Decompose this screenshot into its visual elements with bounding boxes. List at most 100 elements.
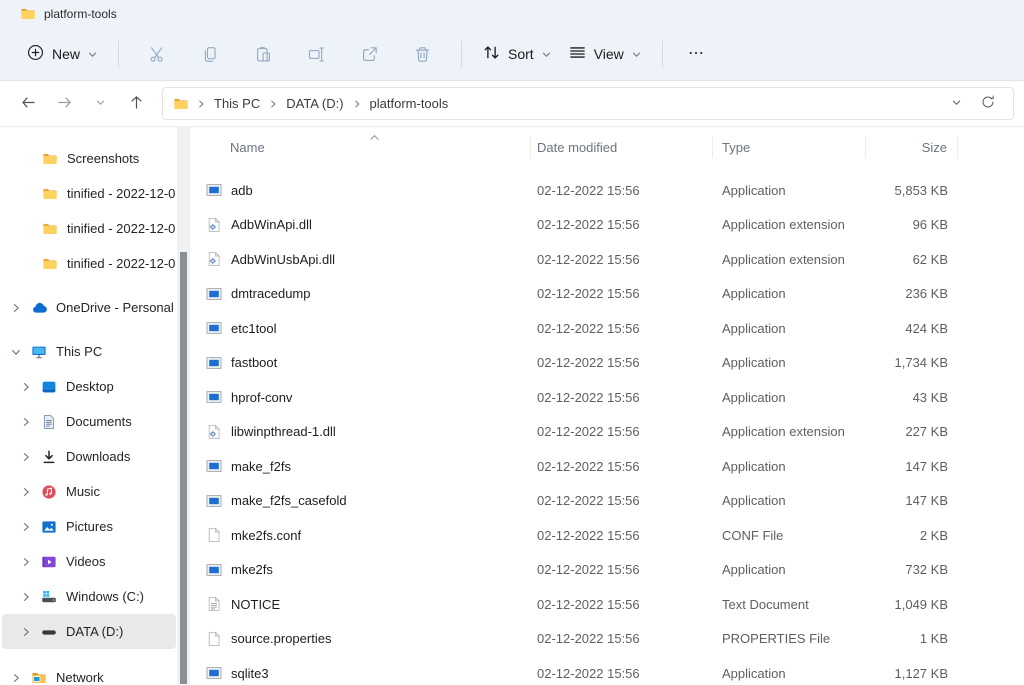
see-more-button[interactable] (677, 38, 715, 71)
sidebar-item-data-d[interactable]: DATA (D:) (2, 614, 176, 649)
file-row[interactable]: make_f2fs02-12-2022 15:56Application147 … (190, 449, 1024, 484)
toolbar-divider (461, 41, 462, 67)
file-row[interactable]: fastboot02-12-2022 15:56Application1,734… (190, 346, 1024, 381)
file-row[interactable]: AdbWinUsbApi.dll02-12-2022 15:56Applicat… (190, 242, 1024, 277)
back-button[interactable] (10, 87, 46, 121)
file-size: 96 KB (866, 217, 958, 232)
file-size: 147 KB (866, 493, 958, 508)
share-button[interactable] (343, 34, 396, 74)
file-row[interactable]: dmtracedump02-12-2022 15:56Application23… (190, 277, 1024, 312)
navigation-pane: Screenshotstinified - 2022-12-0tinified … (0, 127, 190, 684)
desktop-icon (41, 379, 60, 395)
delete-button[interactable] (396, 34, 449, 74)
forward-button[interactable] (46, 87, 82, 121)
sort-button[interactable]: Sort (474, 37, 560, 71)
dll-file-icon (206, 251, 222, 267)
file-name: make_f2fs (231, 459, 291, 474)
file-name-cell: make_f2fs_casefold (190, 493, 531, 509)
file-row[interactable]: sqlite302-12-2022 15:56Application1,127 … (190, 656, 1024, 685)
chevron-down-icon[interactable] (10, 346, 25, 358)
file-name: libwinpthread-1.dll (231, 424, 336, 439)
column-header-name[interactable]: Name (190, 140, 530, 155)
file-name-cell: make_f2fs (190, 458, 531, 474)
new-button[interactable]: New (18, 37, 106, 71)
chevron-right-icon[interactable] (20, 416, 35, 428)
recent-locations-button[interactable] (82, 87, 118, 121)
sidebar-item-music[interactable]: Music (2, 474, 176, 509)
chevron-right-icon[interactable] (20, 451, 35, 463)
sidebar-item-videos[interactable]: Videos (2, 544, 176, 579)
file-row[interactable]: AdbWinApi.dll02-12-2022 15:56Application… (190, 208, 1024, 243)
file-name: etc1tool (231, 321, 277, 336)
column-header-size[interactable]: Size (866, 140, 957, 155)
chevron-down-icon (95, 96, 106, 111)
downloads-icon (41, 449, 60, 465)
sidebar-item-label: OneDrive - Personal (56, 300, 174, 315)
sidebar-item-windows-c[interactable]: Windows (C:) (2, 579, 176, 614)
chevron-right-icon[interactable] (10, 672, 25, 684)
chevron-right-icon[interactable] (20, 486, 35, 498)
view-button[interactable]: View (560, 37, 650, 71)
file-size: 43 KB (866, 390, 958, 405)
file-name: mke2fs.conf (231, 528, 301, 543)
file-row[interactable]: etc1tool02-12-2022 15:56Application424 K… (190, 311, 1024, 346)
file-row[interactable]: make_f2fs_casefold02-12-2022 15:56Applic… (190, 484, 1024, 519)
file-type: Application (713, 183, 866, 198)
file-date-modified: 02-12-2022 15:56 (531, 562, 713, 577)
sidebar-item-tinified-2022-12-0[interactable]: tinified - 2022-12-0 (2, 211, 176, 246)
sidebar-item-pictures[interactable]: Pictures (2, 509, 176, 544)
file-row[interactable]: hprof-conv02-12-2022 15:56Application43 … (190, 380, 1024, 415)
sidebar-item-desktop[interactable]: Desktop (2, 369, 176, 404)
file-date-modified: 02-12-2022 15:56 (531, 355, 713, 370)
file-row[interactable]: mke2fs.conf02-12-2022 15:56CONF File2 KB (190, 518, 1024, 553)
column-header-type[interactable]: Type (713, 140, 865, 155)
copy-button[interactable] (184, 34, 237, 74)
breadcrumb-segment[interactable]: platform-tools (363, 92, 456, 115)
file-size: 5,853 KB (866, 183, 958, 198)
rename-button[interactable] (290, 34, 343, 74)
file-size: 1,049 KB (866, 597, 958, 612)
chevron-right-icon[interactable] (10, 302, 25, 314)
breadcrumb-segment[interactable]: This PC (207, 92, 267, 115)
column-header-date-modified[interactable]: Date modified (531, 140, 712, 155)
chevron-right-icon[interactable] (20, 556, 35, 568)
file-size: 424 KB (866, 321, 958, 336)
sidebar-item-tinified-2022-12-0[interactable]: tinified - 2022-12-0 (2, 246, 176, 281)
column-divider[interactable] (957, 136, 958, 158)
sidebar-item-label: This PC (56, 344, 102, 359)
file-type: Application (713, 355, 866, 370)
sidebar-item-onedrive-personal[interactable]: OneDrive - Personal (2, 290, 176, 325)
chevron-right-icon[interactable] (20, 626, 35, 638)
file-row[interactable]: source.properties02-12-2022 15:56PROPERT… (190, 622, 1024, 657)
sidebar-item-downloads[interactable]: Downloads (2, 439, 176, 474)
sidebar-item-documents[interactable]: Documents (2, 404, 176, 439)
file-type: Application (713, 390, 866, 405)
file-row[interactable]: NOTICE02-12-2022 15:56Text Document1,049… (190, 587, 1024, 622)
sidebar-scrollbar-thumb[interactable] (180, 252, 187, 684)
sidebar-item-screenshots[interactable]: Screenshots (2, 141, 176, 176)
address-dropdown-button[interactable] (941, 90, 971, 118)
file-name-cell: dmtracedump (190, 286, 531, 302)
title-bar: platform-tools (0, 0, 1024, 28)
file-row[interactable]: adb02-12-2022 15:56Application5,853 KB (190, 173, 1024, 208)
address-bar[interactable]: This PC DATA (D:) platform-tools (162, 87, 1014, 120)
sidebar-item-this-pc[interactable]: This PC (2, 334, 176, 369)
file-row[interactable]: libwinpthread-1.dll02-12-2022 15:56Appli… (190, 415, 1024, 450)
window-tab[interactable]: platform-tools (10, 4, 127, 24)
paste-button[interactable] (237, 34, 290, 74)
sidebar-item-network[interactable]: Network (2, 660, 176, 685)
chevron-right-icon[interactable] (20, 521, 35, 533)
refresh-button[interactable] (973, 90, 1003, 118)
pictures-icon (41, 519, 60, 535)
back-arrow-icon (20, 94, 37, 114)
dll-file-icon (206, 424, 222, 440)
cut-button[interactable] (131, 34, 184, 74)
file-row[interactable]: mke2fs02-12-2022 15:56Application732 KB (190, 553, 1024, 588)
breadcrumb-segment[interactable]: DATA (D:) (279, 92, 350, 115)
chevron-right-icon[interactable] (20, 381, 35, 393)
sidebar-item-tinified-2022-12-0[interactable]: tinified - 2022-12-0 (2, 176, 176, 211)
clipboard-actions (131, 34, 449, 74)
chevron-right-icon[interactable] (20, 591, 35, 603)
chevron-down-icon (631, 49, 642, 60)
up-button[interactable] (118, 87, 154, 121)
